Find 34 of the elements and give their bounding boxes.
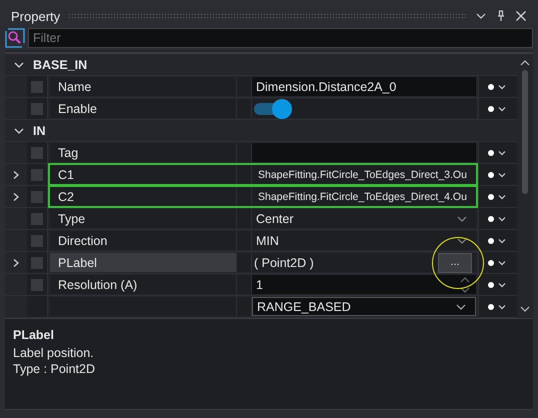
value-field[interactable]: Dimension.Distance2A_0 [252,77,476,96]
group-header[interactable]: BASE_IN [33,58,88,72]
property-row[interactable]: PLabel ( Point2D ) ... [5,252,517,274]
property-row[interactable]: Direction MIN [5,230,517,252]
number-field[interactable]: 1 [252,275,476,294]
property-name: Tag [58,146,78,160]
property-name: Name [58,80,92,94]
property-value: ShapeFitting.FitCircle_ToEdges_Direct_3.Ou [257,168,467,180]
property-row[interactable]: C1 ShapeFitting.FitCircle_ToEdges_Direct_3.Ou [5,164,517,186]
property-row[interactable]: Name Dimension.Distance2A_0 [5,76,517,98]
property-name: Type [58,212,86,226]
property-row[interactable]: RANGE_BASED [5,296,517,318]
property-row[interactable]: C2 ShapeFitting.FitCircle_ToEdges_Direct_4.Ou [5,186,517,208]
description-text: Label position. [13,346,95,360]
property-name: Direction [58,234,108,248]
dropdown[interactable]: RANGE_BASED [252,297,476,316]
browse-button[interactable]: ... [438,252,472,272]
property-name: Enable [58,102,97,116]
description-text: Type : Point2D [13,362,96,376]
panel-title: Property [11,8,60,24]
property-name: PLabel [58,256,97,270]
property-value: ShapeFitting.FitCircle_ToEdges_Direct_4.Ou [257,190,467,202]
property-row[interactable]: Enable [5,98,517,120]
property-row[interactable]: Resolution (A) 1 [5,274,517,296]
property-row[interactable]: Type Center [5,208,517,230]
group-header[interactable]: IN [33,124,46,138]
filter-field[interactable]: Filter [28,28,533,48]
property-name: Resolution (A) [58,278,138,292]
property-row[interactable]: Tag [5,142,517,164]
property-name: C1 [58,168,74,182]
property-name: C2 [58,190,74,204]
property-value: ( Point2D ) [253,256,315,270]
selected-name-cell[interactable]: PLabel [50,253,236,272]
description-title: PLabel [13,328,55,342]
